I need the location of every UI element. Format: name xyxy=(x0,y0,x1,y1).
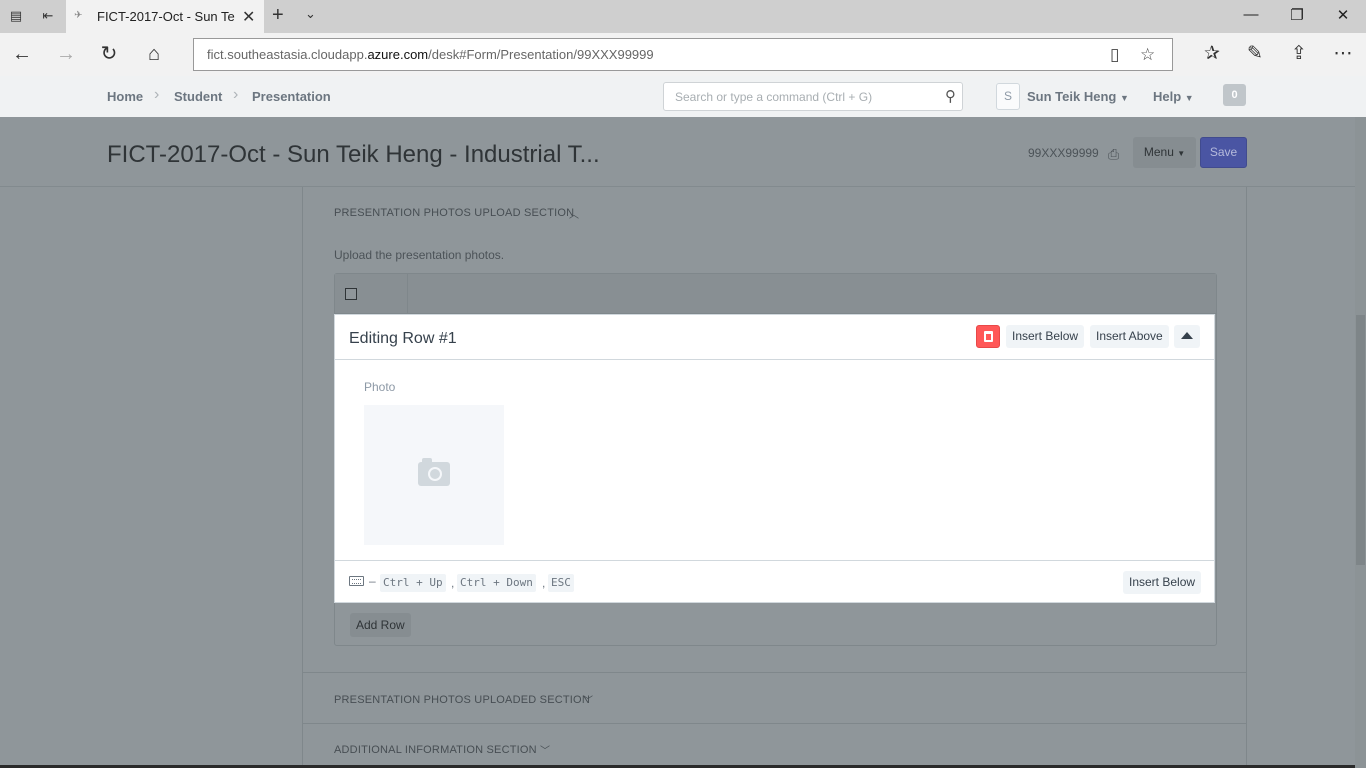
editing-row-footer: – Ctrl + Up , Ctrl + Down , ESC Insert B… xyxy=(335,560,1214,602)
editing-row-header: Editing Row #1 Insert Below Insert Above xyxy=(335,315,1214,360)
shortcut-esc: ESC xyxy=(548,574,574,592)
set-tabs-aside-icon[interactable]: ⇤ xyxy=(40,8,56,24)
page-head: FICT-2017-Oct - Sun Teik Heng - Industri… xyxy=(0,117,1355,187)
editing-row-title: Editing Row #1 xyxy=(349,330,457,347)
delete-row-button[interactable] xyxy=(976,325,1000,348)
user-menu[interactable]: Sun Teik Heng ▼ xyxy=(1027,89,1129,104)
photo-attach-dropzone[interactable] xyxy=(364,405,504,545)
photo-field-label: Photo xyxy=(364,380,396,394)
browser-tab[interactable]: ✈ FICT-2017-Oct - Sun Teik Heng - Indust… xyxy=(66,0,264,33)
page-scrollbar[interactable] xyxy=(1355,117,1366,768)
notification-badge[interactable]: 0 xyxy=(1223,84,1246,106)
menu-button[interactable]: Menu ▼ xyxy=(1133,137,1196,168)
breadcrumb-separator-icon: › xyxy=(233,86,239,103)
insert-below-button[interactable]: Insert Below xyxy=(1006,325,1085,348)
footer-insert-below-button[interactable]: Insert Below xyxy=(1123,571,1202,594)
add-row-button[interactable]: Add Row xyxy=(350,613,411,637)
shortcut-ctrl-up: Ctrl + Up xyxy=(380,574,446,592)
save-button[interactable]: Save xyxy=(1200,137,1247,168)
shortcut-dash: – xyxy=(369,574,376,588)
caret-down-icon: ▼ xyxy=(1184,93,1194,103)
shortcut-separator: , xyxy=(542,576,546,590)
forward-icon[interactable]: → xyxy=(54,43,78,65)
section-heading-upload[interactable]: PRESENTATION PHOTOS UPLOAD SECTION xyxy=(334,207,574,219)
url-field[interactable]: fict.southeastasia.cloudapp.azure.com/de… xyxy=(193,38,1173,71)
reading-view-icon[interactable]: ▯ xyxy=(1110,45,1119,65)
section-description: Upload the presentation photos. xyxy=(334,248,505,262)
favorites-hub-icon[interactable]: ✰ xyxy=(1199,42,1225,65)
tab-title: FICT-2017-Oct - Sun Teik Heng - Industri… xyxy=(97,9,235,24)
search-icon: ⚲ xyxy=(945,88,956,105)
chevron-up-icon[interactable]: ︿ xyxy=(569,206,579,221)
home-icon[interactable]: ⌂ xyxy=(142,43,166,65)
keyboard-icon xyxy=(349,576,364,586)
browser-tab-bar: ▤ ⇤ ✈ FICT-2017-Oct - Sun Teik Heng - In… xyxy=(0,0,1366,33)
minimize-icon[interactable]: — xyxy=(1241,6,1261,23)
section-heading-additional[interactable]: ADDITIONAL INFORMATION SECTION xyxy=(334,744,537,756)
section-divider xyxy=(303,672,1247,673)
select-all-checkbox[interactable] xyxy=(345,288,357,300)
caret-down-icon: ▼ xyxy=(1177,149,1186,158)
trash-icon xyxy=(984,331,993,342)
browser-address-bar: ← → ↻ ⌂ fict.southeastasia.cloudapp.azur… xyxy=(0,33,1366,76)
table-header xyxy=(335,274,1216,314)
avatar[interactable]: S xyxy=(996,83,1020,110)
section-heading-uploaded[interactable]: PRESENTATION PHOTOS UPLOADED SECTION xyxy=(334,694,590,706)
shortcut-separator: , xyxy=(451,576,455,590)
print-icon[interactable]: ⎙ xyxy=(1108,146,1119,163)
search-placeholder: Search or type a command (Ctrl + G) xyxy=(675,90,873,104)
breadcrumb-student[interactable]: Student xyxy=(174,89,222,104)
breadcrumb-home[interactable]: Home xyxy=(107,89,143,104)
tab-list-chevron-icon[interactable]: ⌄ xyxy=(305,6,316,22)
more-options-icon[interactable]: ⋯ xyxy=(1330,42,1356,65)
share-icon[interactable]: ⇪ xyxy=(1286,42,1312,65)
editing-row-panel: Editing Row #1 Insert Below Insert Above… xyxy=(334,314,1215,603)
document-name: 99XXX99999 xyxy=(1028,146,1099,160)
url-text: fict.southeastasia.cloudapp.azure.com/de… xyxy=(207,47,654,62)
section-divider xyxy=(303,723,1247,724)
tab-close-icon[interactable]: ✕ xyxy=(242,7,255,27)
help-menu[interactable]: Help ▼ xyxy=(1153,89,1194,104)
refresh-icon[interactable]: ↻ xyxy=(97,43,121,65)
app-navbar: Home › Student › Presentation Search or … xyxy=(0,76,1366,117)
breadcrumb-presentation[interactable]: Presentation xyxy=(252,89,331,104)
page-title: FICT-2017-Oct - Sun Teik Heng - Industri… xyxy=(107,141,600,168)
scrollbar-thumb[interactable] xyxy=(1356,315,1365,565)
tab-favicon-icon: ✈ xyxy=(74,10,83,21)
shortcut-ctrl-down: Ctrl + Down xyxy=(457,574,536,592)
caret-up-icon xyxy=(1181,332,1193,339)
back-icon[interactable]: ← xyxy=(10,43,34,65)
caret-down-icon: ▼ xyxy=(1119,93,1129,103)
new-tab-icon[interactable]: + xyxy=(272,4,284,27)
chevron-down-icon[interactable]: ﹀ xyxy=(583,692,593,707)
tab-manager-icon[interactable]: ▤ xyxy=(8,8,24,24)
insert-above-button[interactable]: Insert Above xyxy=(1090,325,1169,348)
breadcrumb-separator-icon: › xyxy=(154,86,160,103)
chevron-down-icon[interactable]: ﹀ xyxy=(540,742,550,757)
column-divider xyxy=(407,274,408,314)
camera-icon xyxy=(418,458,450,486)
restore-icon[interactable]: ❐ xyxy=(1287,6,1307,24)
awesome-bar-search-input[interactable]: Search or type a command (Ctrl + G) ⚲ xyxy=(663,82,963,111)
window-close-icon[interactable]: ✕ xyxy=(1333,6,1353,24)
favorite-star-icon[interactable]: ☆ xyxy=(1140,45,1155,65)
web-note-pen-icon[interactable]: ✎ xyxy=(1242,42,1268,65)
collapse-row-button[interactable] xyxy=(1174,325,1200,348)
